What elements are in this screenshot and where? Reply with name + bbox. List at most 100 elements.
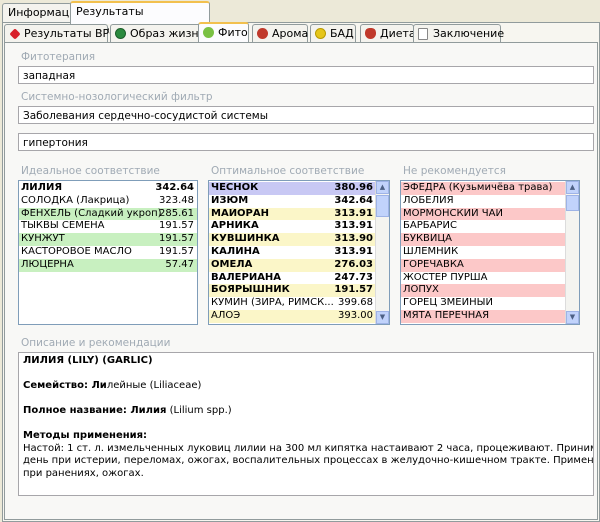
heart-icon xyxy=(9,28,21,40)
list-item[interactable]: АЛОЭ 393.00 xyxy=(209,309,376,323)
item-name: ЛЮЦЕРНА xyxy=(21,258,74,270)
list-item[interactable]: ТЫКВЫ СЕМЕНА 191.57 xyxy=(19,220,197,234)
list-item[interactable]: ЛЮЦЕРНА 57.47 xyxy=(19,258,197,272)
item-name: ЭФЕДРА (Кузьмичёва трава) xyxy=(403,182,553,193)
item-name: ЛОБЕЛИЯ xyxy=(403,194,454,206)
item-score: 313.91 xyxy=(334,245,373,257)
tab-phyto[interactable]: Фито xyxy=(198,22,249,44)
methods-line: при ранениях, ожогах. xyxy=(23,467,144,479)
leaf-icon xyxy=(203,27,214,38)
list-item[interactable]: КАСТОРОВОЕ МАСЛО 191.57 xyxy=(19,245,197,259)
item-score: 191.57 xyxy=(159,245,194,257)
item-name: БУКВИЦА xyxy=(403,233,452,245)
list-item[interactable]: МОРМОНСКИЙ ЧАЙ xyxy=(401,207,566,221)
list-item[interactable]: ВАЛЕРИАНА 247.73 xyxy=(209,271,376,285)
item-score: 57.47 xyxy=(165,258,194,270)
item-score: 313.90 xyxy=(334,233,373,245)
tab-label: Заключение xyxy=(433,27,505,40)
list-item[interactable]: БУКВИЦА xyxy=(401,233,566,246)
list-item[interactable]: МАЙОРАН 313.91 xyxy=(209,207,376,221)
item-score: 191.57 xyxy=(159,233,194,245)
list-item[interactable]: ГОРЕЧАВКА xyxy=(401,258,566,272)
list-item[interactable]: МЯТА ПЕРЕЧНАЯ xyxy=(401,309,566,323)
scroll-up-arrow-icon[interactable]: ▲ xyxy=(566,181,579,194)
item-score: 323.48 xyxy=(159,194,194,206)
not-recommended-label: Не рекомендуется xyxy=(403,165,506,177)
scroll-down-arrow-icon[interactable]: ▼ xyxy=(376,311,389,324)
list-item[interactable]: ШЛЕМНИК xyxy=(401,245,566,259)
not-recommended-list[interactable]: ЭФЕДРА (Кузьмичёва трава) ЛОБЕЛИЯ МОРМОНСК… xyxy=(400,180,580,325)
strawberry-icon xyxy=(365,28,376,39)
tab-info[interactable]: Информация xyxy=(2,3,83,22)
tab-aroma[interactable]: Арома xyxy=(252,24,308,42)
item-score: 342.64 xyxy=(334,194,373,206)
tab-label: БАД xyxy=(330,27,354,40)
ideal-list[interactable]: ЛИЛИЯ 342.64 СОЛОДКА (Лакрица) 323.48 ФЕНХЕЛ… xyxy=(18,180,198,325)
methods-title: Методы применения: xyxy=(23,430,148,441)
tab-lifestyle[interactable]: Образ жизни xyxy=(110,24,206,42)
scroll-down-arrow-icon[interactable]: ▼ xyxy=(566,311,579,324)
optimal-scrollbar[interactable]: ▲ ▼ xyxy=(375,181,389,324)
tab-conclusion[interactable]: Заключение xyxy=(413,24,505,42)
tab-bad[interactable]: БАД xyxy=(310,24,356,42)
list-item[interactable]: ОМЕЛА 276.03 xyxy=(209,258,376,272)
list-item[interactable]: ЭФЕДРА (Кузьмичёва трава) xyxy=(401,182,566,195)
tab-label: Арома xyxy=(272,27,309,40)
document-icon xyxy=(418,28,428,40)
list-item[interactable]: СОЛОДКА (Лакрица) 323.48 xyxy=(19,194,197,208)
list-item[interactable]: КУМИН (ЗИРА, РИМСК... 399.68 xyxy=(209,297,376,310)
fullname-value: (Lilium spp.) xyxy=(166,405,232,416)
list-item[interactable]: ЛИЛИЯ 342.64 xyxy=(19,182,197,195)
tab-exam-results[interactable]: Результаты обследования xyxy=(70,1,210,36)
item-name: БАРБАРИС xyxy=(403,220,457,232)
list-item[interactable]: ЛОПУХ xyxy=(401,284,566,298)
item-name: КУМИН (ЗИРА, РИМСК... xyxy=(211,297,334,309)
list-item[interactable]: БАРБАРИС xyxy=(401,220,566,234)
list-item[interactable]: КАЛИНА 313.91 xyxy=(209,245,376,259)
description-text[interactable]: ЛИЛИЯ (LILY) (GARLIC) Семейство: Лилейны… xyxy=(18,352,594,496)
not-recommended-scrollbar[interactable]: ▲ ▼ xyxy=(565,181,579,324)
item-name: БОЯРЫШНИК xyxy=(211,284,290,296)
list-item[interactable]: КУВШИНКА 313.90 xyxy=(209,233,376,246)
item-score: 285.61 xyxy=(159,207,194,219)
list-item[interactable]: ГОРЕЦ ЗМЕИНЫЙ xyxy=(401,297,566,310)
item-name: МАЙОРАН xyxy=(211,207,269,219)
optimal-list[interactable]: ЧЕСНОК 380.96 ИЗЮМ 342.64 МАЙОРАН 313.91 АРНИК… xyxy=(208,180,390,325)
item-name: ШЛЕМНИК xyxy=(403,245,459,257)
item-score: 313.91 xyxy=(334,207,373,219)
tab-vrs-results[interactable]: Результаты ВРС xyxy=(4,24,117,42)
list-item[interactable]: ЧЕСНОК 380.96 xyxy=(209,182,376,195)
list-item[interactable]: БОЯРЫШНИК 191.57 xyxy=(209,284,376,298)
scroll-up-arrow-icon[interactable]: ▲ xyxy=(376,181,389,194)
fullname-label: Полное название: xyxy=(23,405,131,416)
item-name: ВАЛЕРИАНА xyxy=(211,271,282,283)
list-item[interactable]: ЖОСТЕР ПУРША xyxy=(401,271,566,285)
item-name: КУВШИНКА xyxy=(211,233,280,245)
item-name: ЛИЛИЯ xyxy=(21,182,63,193)
item-name: МОРМОНСКИЙ ЧАЙ xyxy=(403,207,503,219)
phyto-type-field[interactable]: западная xyxy=(18,66,594,84)
item-score: 313.91 xyxy=(334,220,373,232)
item-name: АЛОЭ xyxy=(211,309,241,321)
nosology-filter-field[interactable]: гипертония xyxy=(18,133,594,151)
tab-label: Результаты ВРС xyxy=(24,27,117,40)
item-score: 393.00 xyxy=(338,309,373,321)
system-filter-field[interactable]: Заболевания сердечно-сосудистой системы xyxy=(18,106,594,124)
tab-diet[interactable]: Диета xyxy=(360,24,416,42)
list-item[interactable]: ЛОБЕЛИЯ xyxy=(401,194,566,208)
item-name: ФЕНХЕЛЬ (Сладкий укроп) xyxy=(21,207,162,219)
scroll-thumb[interactable] xyxy=(566,195,579,211)
list-item[interactable]: АРНИКА 313.91 xyxy=(209,220,376,234)
item-name: ГОРЕЧАВКА xyxy=(403,258,464,270)
list-item[interactable]: ИЗЮМ 342.64 xyxy=(209,194,376,208)
list-item[interactable]: КУНЖУТ 191.57 xyxy=(19,233,197,246)
item-name: ГОРЕЦ ЗМЕИНЫЙ xyxy=(403,297,493,309)
list-item[interactable]: ФЕНХЕЛЬ (Сладкий укроп) 285.61 xyxy=(19,207,197,221)
ideal-label: Идеальное соответствие xyxy=(21,165,160,177)
filter-label: Системно-нозологический фильтр xyxy=(21,91,213,103)
flower-icon xyxy=(257,28,268,39)
scroll-thumb[interactable] xyxy=(376,195,389,217)
tab-label: Фито xyxy=(218,26,248,39)
description-title: ЛИЛИЯ (LILY) (GARLIC) xyxy=(23,355,153,366)
item-score: 276.03 xyxy=(334,258,373,270)
